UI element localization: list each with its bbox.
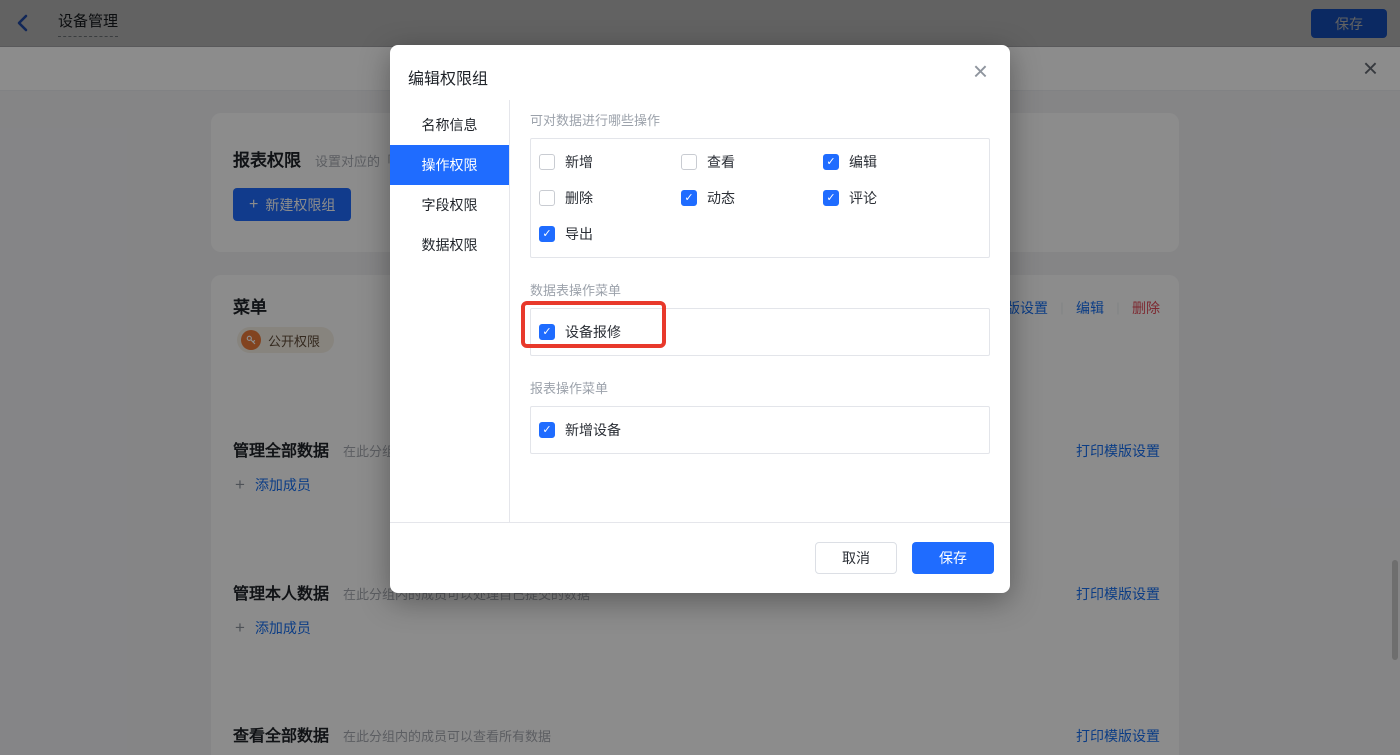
tab-operation-permission[interactable]: 操作权限 bbox=[390, 145, 509, 185]
operations-checkbox-group: ✓ 新增 ✓ 查看 ✓ 编辑 ✓ 删除 ✓ 动态 ✓ 评论 bbox=[530, 138, 990, 258]
checkbox-label: 设备报修 bbox=[565, 322, 621, 342]
checkbox-delete[interactable]: ✓ 删除 bbox=[539, 188, 593, 208]
modal-tab-nav: 名称信息 操作权限 字段权限 数据权限 bbox=[390, 100, 510, 522]
checkbox-activity[interactable]: ✓ 动态 bbox=[681, 188, 735, 208]
report-menu-checkbox-group: ✓ 新增设备 bbox=[530, 406, 990, 454]
table-menu-checkbox-group: ✓ 设备报修 bbox=[530, 308, 990, 356]
check-icon: ✓ bbox=[542, 425, 551, 436]
check-icon: ✓ bbox=[542, 229, 551, 240]
modal-content: 可对数据进行哪些操作 ✓ 新增 ✓ 查看 ✓ 编辑 ✓ 删除 ✓ 动态 bbox=[510, 100, 1010, 522]
save-button[interactable]: 保存 bbox=[912, 542, 994, 574]
checkbox-add-device[interactable]: ✓ 新增设备 bbox=[539, 420, 621, 440]
check-icon: ✓ bbox=[684, 193, 693, 204]
tab-name-info[interactable]: 名称信息 bbox=[390, 105, 509, 145]
checkbox-label: 新增 bbox=[565, 152, 593, 172]
checkbox-label: 编辑 bbox=[849, 152, 877, 172]
checkbox-add[interactable]: ✓ 新增 bbox=[539, 152, 593, 172]
edit-permission-group-modal: 编辑权限组 × 名称信息 操作权限 字段权限 数据权限 可对数据进行哪些操作 ✓… bbox=[390, 45, 1010, 593]
checkbox-label: 动态 bbox=[707, 188, 735, 208]
checkbox-box: ✓ bbox=[539, 226, 555, 242]
checkbox-box: ✓ bbox=[539, 190, 555, 206]
check-icon: ✓ bbox=[826, 193, 835, 204]
checkbox-label: 导出 bbox=[565, 224, 593, 244]
checkbox-label: 新增设备 bbox=[565, 420, 621, 440]
tab-field-permission[interactable]: 字段权限 bbox=[390, 185, 509, 225]
report-menu-section-label: 报表操作菜单 bbox=[530, 378, 990, 397]
cancel-button[interactable]: 取消 bbox=[815, 542, 897, 574]
operations-section-label: 可对数据进行哪些操作 bbox=[530, 110, 990, 129]
checkbox-label: 删除 bbox=[565, 188, 593, 208]
checkbox-box: ✓ bbox=[823, 154, 839, 170]
modal-title: 编辑权限组 bbox=[408, 65, 488, 89]
checkbox-box: ✓ bbox=[681, 154, 697, 170]
checkbox-box: ✓ bbox=[539, 324, 555, 340]
check-icon: ✓ bbox=[826, 157, 835, 168]
check-icon: ✓ bbox=[542, 327, 551, 338]
tab-data-permission[interactable]: 数据权限 bbox=[390, 225, 509, 265]
checkbox-box: ✓ bbox=[539, 422, 555, 438]
checkbox-comment[interactable]: ✓ 评论 bbox=[823, 188, 877, 208]
checkbox-edit[interactable]: ✓ 编辑 bbox=[823, 152, 877, 172]
checkbox-export[interactable]: ✓ 导出 bbox=[539, 224, 593, 244]
table-menu-section-label: 数据表操作菜单 bbox=[530, 280, 990, 299]
checkbox-device-repair[interactable]: ✓ 设备报修 bbox=[539, 322, 621, 342]
modal-header: 编辑权限组 × bbox=[390, 45, 1010, 100]
modal-footer: 取消 保存 bbox=[390, 523, 1010, 593]
checkbox-label: 查看 bbox=[707, 152, 735, 172]
modal-close-icon[interactable]: × bbox=[973, 57, 988, 85]
checkbox-view[interactable]: ✓ 查看 bbox=[681, 152, 735, 172]
checkbox-label: 评论 bbox=[849, 188, 877, 208]
checkbox-box: ✓ bbox=[539, 154, 555, 170]
checkbox-box: ✓ bbox=[823, 190, 839, 206]
checkbox-box: ✓ bbox=[681, 190, 697, 206]
